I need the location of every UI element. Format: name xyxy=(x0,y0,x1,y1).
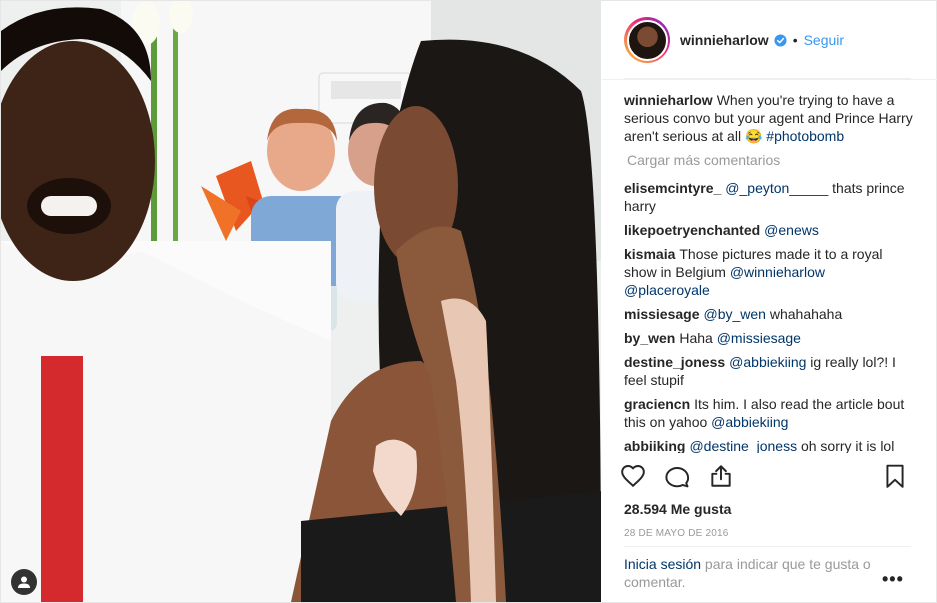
divider xyxy=(624,546,911,547)
follow-button[interactable]: Seguir xyxy=(804,32,844,48)
instagram-post: winnieharlow • Seguir winnieharlow When y… xyxy=(0,0,937,603)
comment-item: missiesage @by_wen whahahaha xyxy=(624,305,914,323)
comment-item: graciencn Its him. I also read the articl… xyxy=(624,395,914,431)
comment-username[interactable]: by_wen xyxy=(624,330,675,346)
comment-item: likepoetryenchanted @enews xyxy=(624,221,914,239)
comment-text: oh sorry it is lol xyxy=(797,438,895,453)
comment-item: destine_joness @abbiekiing ig really lol?… xyxy=(624,353,914,389)
comment-mention[interactable]: @_peyton_____ xyxy=(725,180,828,196)
comment-username[interactable]: kismaia xyxy=(624,246,675,262)
likes-count[interactable]: 28.594 Me gusta xyxy=(624,501,731,517)
caption-username[interactable]: winnieharlow xyxy=(624,92,713,108)
comment-mention[interactable]: @winnieharlow xyxy=(730,264,825,280)
more-options-button[interactable]: ••• xyxy=(882,569,904,590)
photo-illustration xyxy=(1,1,601,602)
comment-item: by_wen Haha @missiesage xyxy=(624,329,914,347)
comment-mention[interactable]: @enews xyxy=(764,222,819,238)
login-link[interactable]: Inicia sesión xyxy=(624,556,701,572)
avatar[interactable] xyxy=(624,17,670,63)
comment-text: whahahaha xyxy=(765,306,843,322)
comments-list: winnieharlow When you're trying to have a… xyxy=(624,91,914,453)
verified-badge-icon xyxy=(774,33,787,47)
comment-username[interactable]: graciencn xyxy=(624,396,690,412)
comment-mention[interactable]: @placeroyale xyxy=(624,282,710,298)
comment-item: elisemcintyre_ @_peyton_____ thats prince… xyxy=(624,179,914,215)
comment-item: kismaia Those pictures made it to a royal… xyxy=(624,245,914,299)
header-separator: • xyxy=(792,32,798,48)
comment-mention[interactable]: @abbiekiing xyxy=(711,414,788,430)
user-tag-icon xyxy=(18,576,30,588)
post-side-panel: winnieharlow • Seguir winnieharlow When y… xyxy=(602,1,937,602)
comment-item: abbiiking @destine_joness oh sorry it is … xyxy=(624,437,914,453)
user-tag-button[interactable] xyxy=(11,569,37,595)
bookmark-icon[interactable] xyxy=(882,463,908,489)
comment-text: Haha xyxy=(679,330,717,346)
comment-mention[interactable]: @abbiekiing xyxy=(729,354,806,370)
post-header: winnieharlow • Seguir xyxy=(602,1,937,80)
comment-mention[interactable]: @missiesage xyxy=(717,330,801,346)
comment-mention[interactable]: @by_wen xyxy=(704,306,766,322)
post-photo[interactable] xyxy=(1,1,601,602)
load-more-comments-button[interactable]: Cargar más comentarios xyxy=(627,151,914,169)
comment-username[interactable]: likepoetryenchanted xyxy=(624,222,760,238)
comment-username[interactable]: abbiiking xyxy=(624,438,685,453)
heart-icon[interactable] xyxy=(620,463,646,489)
login-prompt: Inicia sesión para indicar que te gusta … xyxy=(624,555,894,591)
caption-hashtag[interactable]: #photobomb xyxy=(766,128,844,144)
share-icon[interactable] xyxy=(708,463,734,489)
comment-username[interactable]: missiesage xyxy=(624,306,700,322)
comment-icon[interactable] xyxy=(664,463,690,489)
caption: winnieharlow When you're trying to have a… xyxy=(624,91,914,145)
comment-mention[interactable]: @destine_joness xyxy=(689,438,797,453)
comment-username[interactable]: elisemcintyre_ xyxy=(624,180,721,196)
post-actions xyxy=(620,463,920,495)
comment-username[interactable]: destine_joness xyxy=(624,354,725,370)
header-username[interactable]: winnieharlow xyxy=(680,32,769,48)
post-date: 28 DE MAYO DE 2016 xyxy=(624,528,729,539)
